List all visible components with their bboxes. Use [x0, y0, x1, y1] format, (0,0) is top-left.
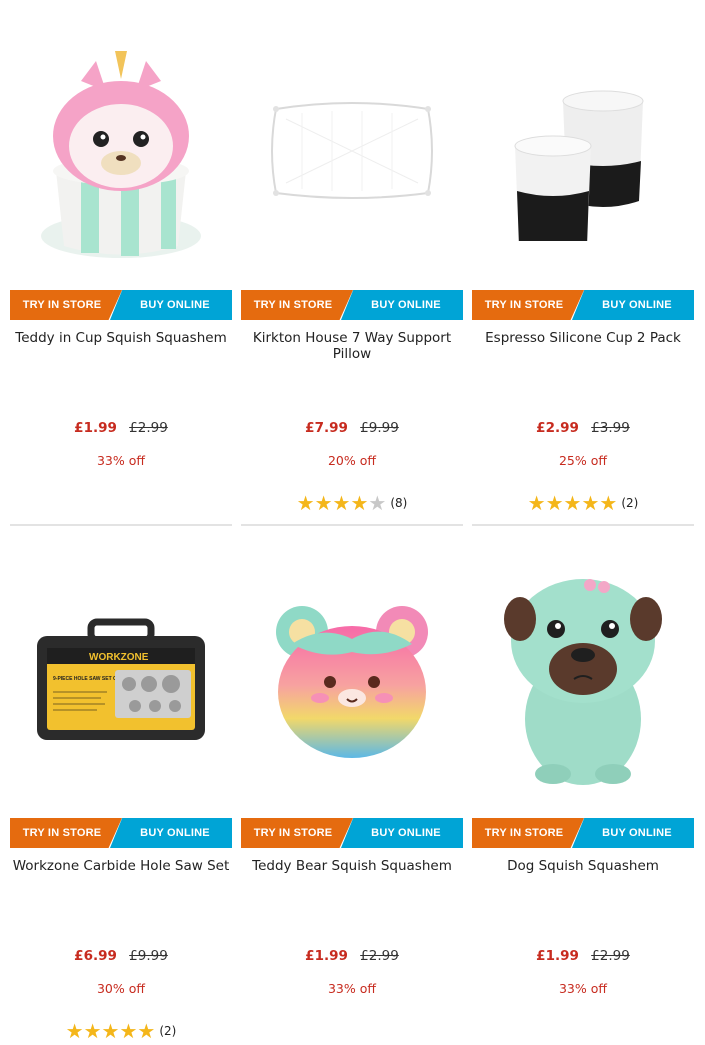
buy-online-button[interactable]: BUY ONLINE: [110, 818, 232, 848]
product-title[interactable]: Teddy Bear Squish Squashem: [241, 858, 463, 874]
star-filled-icon: ★: [137, 1019, 156, 1043]
buy-online-button[interactable]: BUY ONLINE: [572, 290, 694, 320]
action-buttons: TRY IN STORE BUY ONLINE: [472, 290, 694, 320]
star-filled-icon: ★: [101, 1019, 120, 1043]
star-rating: ★ ★ ★ ★ ★: [66, 1021, 156, 1041]
star-filled-icon: ★: [332, 491, 351, 515]
discount-label: 33% off: [96, 453, 146, 468]
star-filled-icon: ★: [296, 491, 315, 515]
discount-label: 20% off: [327, 453, 377, 468]
product-title[interactable]: Teddy in Cup Squish Squashem: [10, 330, 232, 346]
current-price: £1.99: [536, 948, 579, 964]
buy-online-button[interactable]: BUY ONLINE: [341, 818, 463, 848]
product-title[interactable]: Kirkton House 7 Way Support Pillow: [241, 330, 463, 362]
price-row: £1.99 £2.99: [472, 948, 694, 964]
try-in-store-button[interactable]: TRY IN STORE: [10, 818, 122, 848]
action-buttons: TRY IN STORE BUY ONLINE: [10, 818, 232, 848]
star-filled-icon: ★: [545, 491, 564, 515]
try-in-store-button[interactable]: TRY IN STORE: [472, 818, 584, 848]
original-price: £2.99: [129, 420, 168, 436]
dog-squishy-image[interactable]: [472, 548, 694, 810]
star-filled-icon: ★: [350, 491, 369, 515]
star-filled-icon: ★: [119, 1019, 138, 1043]
price-row: £1.99 £2.99: [10, 420, 232, 436]
price-row: £2.99 £3.99: [472, 420, 694, 436]
unicorn-squishy-image[interactable]: [10, 20, 232, 282]
review-count: (2): [159, 1024, 177, 1038]
buy-online-button[interactable]: BUY ONLINE: [341, 290, 463, 320]
current-price: £1.99: [74, 420, 117, 436]
star-filled-icon: ★: [65, 1019, 84, 1043]
discount-label: 25% off: [558, 453, 608, 468]
divider: [241, 524, 463, 526]
divider: [472, 524, 694, 526]
review-count: (2): [621, 496, 639, 510]
original-price: £3.99: [591, 420, 630, 436]
action-buttons: TRY IN STORE BUY ONLINE: [10, 290, 232, 320]
star-filled-icon: ★: [599, 491, 618, 515]
discount-label: 33% off: [327, 981, 377, 996]
discount-label: 30% off: [96, 981, 146, 996]
original-price: £9.99: [129, 948, 168, 964]
review-count: (8): [390, 496, 408, 510]
action-buttons: TRY IN STORE BUY ONLINE: [241, 290, 463, 320]
buy-online-button[interactable]: BUY ONLINE: [110, 290, 232, 320]
bear-squishy-image[interactable]: [241, 548, 463, 810]
divider: [10, 524, 232, 526]
original-price: £2.99: [360, 948, 399, 964]
buy-online-button[interactable]: BUY ONLINE: [572, 818, 694, 848]
product-grid: TRY IN STORE BUY ONLINE Teddy in Cup Squ…: [0, 0, 705, 1045]
product-title[interactable]: Workzone Carbide Hole Saw Set: [10, 858, 232, 874]
price-row: £6.99 £9.99: [10, 948, 232, 964]
star-filled-icon: ★: [83, 1019, 102, 1043]
rating[interactable]: ★ ★ ★ ★ ★ (2): [10, 1021, 232, 1041]
workzone-brand-text: WORKZONE: [89, 652, 149, 663]
star-rating: ★ ★ ★ ★ ★: [528, 493, 618, 513]
current-price: £7.99: [305, 420, 348, 436]
rating[interactable]: ★ ★ ★ ★ ★ (2): [472, 493, 694, 513]
current-price: £2.99: [536, 420, 579, 436]
star-filled-icon: ★: [314, 491, 333, 515]
price-row: £7.99 £9.99: [241, 420, 463, 436]
star-rating: ★ ★ ★ ★ ★: [297, 493, 387, 513]
star-filled-icon: ★: [563, 491, 582, 515]
pillow-image[interactable]: [241, 20, 463, 282]
rating[interactable]: ★ ★ ★ ★ ★ (8): [241, 493, 463, 513]
current-price: £1.99: [305, 948, 348, 964]
hole-saw-set-image[interactable]: WORKZONE 9-PIECE HOLE SAW SET CARBIDE: [10, 548, 232, 810]
action-buttons: TRY IN STORE BUY ONLINE: [241, 818, 463, 848]
original-price: £9.99: [360, 420, 399, 436]
star-filled-icon: ★: [581, 491, 600, 515]
espresso-cups-image[interactable]: [472, 20, 694, 282]
star-filled-icon: ★: [527, 491, 546, 515]
product-title[interactable]: Espresso Silicone Cup 2 Pack: [472, 330, 694, 346]
try-in-store-button[interactable]: TRY IN STORE: [10, 290, 122, 320]
try-in-store-button[interactable]: TRY IN STORE: [241, 818, 353, 848]
product-title[interactable]: Dog Squish Squashem: [472, 858, 694, 874]
try-in-store-button[interactable]: TRY IN STORE: [472, 290, 584, 320]
discount-label: 33% off: [558, 981, 608, 996]
try-in-store-button[interactable]: TRY IN STORE: [241, 290, 353, 320]
action-buttons: TRY IN STORE BUY ONLINE: [472, 818, 694, 848]
price-row: £1.99 £2.99: [241, 948, 463, 964]
original-price: £2.99: [591, 948, 630, 964]
current-price: £6.99: [74, 948, 117, 964]
star-empty-icon: ★: [368, 491, 387, 515]
